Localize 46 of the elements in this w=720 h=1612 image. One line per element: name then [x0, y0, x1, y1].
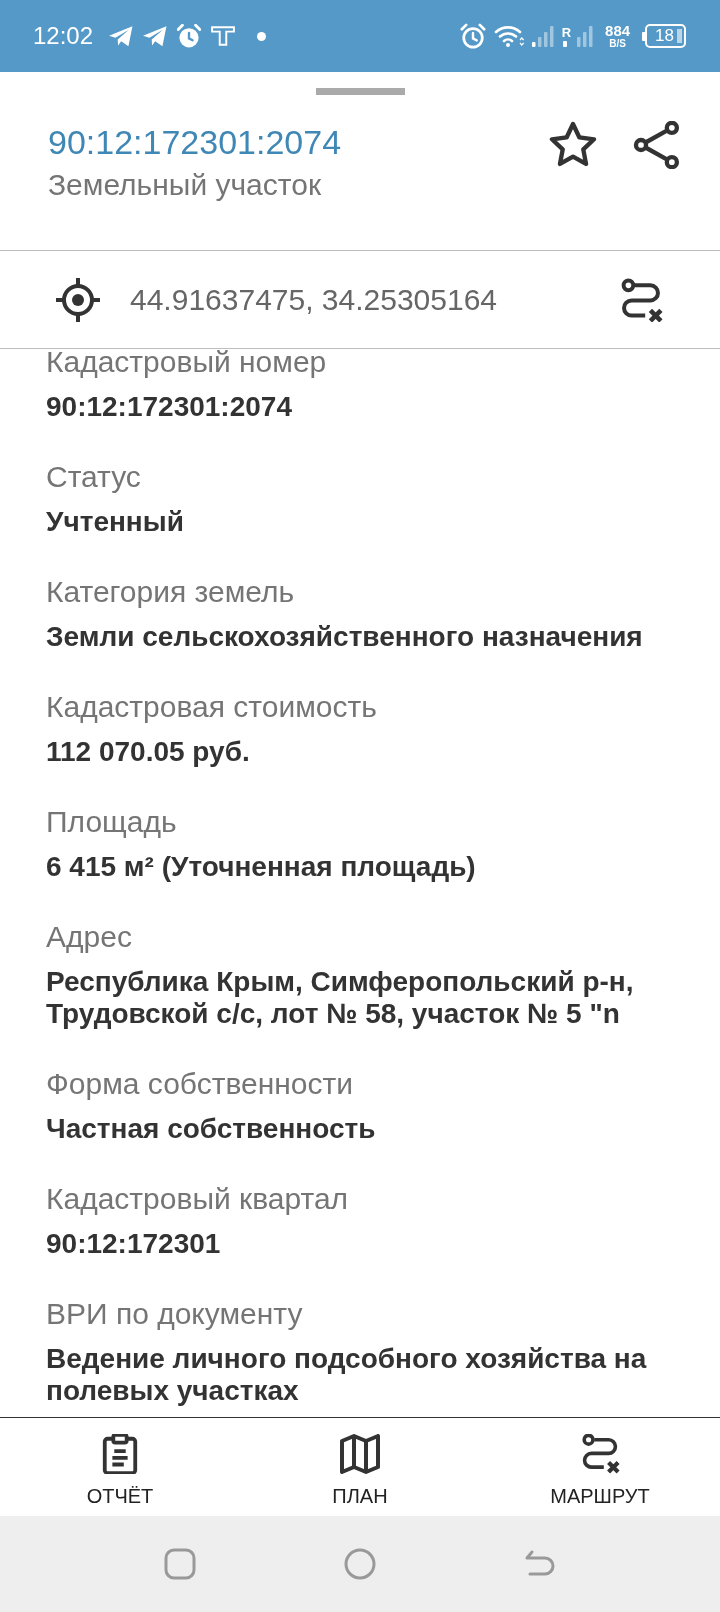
field-label: Адрес	[46, 919, 133, 954]
field-value: Ведение личного подсобного хозяйства на полевых участках	[46, 1343, 648, 1407]
recent-apps-icon[interactable]	[164, 1548, 196, 1580]
field-value: Республика Крым, Симферопольский р-н, Трудовской с/с, лот № 58, участок № 5 "n	[46, 966, 635, 1030]
telegram-icon	[143, 25, 168, 47]
share-icon[interactable]	[633, 121, 681, 169]
field-label: Форма собственности	[46, 1066, 355, 1101]
battery-indicator: 18	[642, 24, 686, 48]
location-target-icon	[54, 275, 102, 324]
drag-handle[interactable]	[315, 88, 405, 95]
field-label: Категория земель	[46, 574, 296, 609]
signal-icon	[561, 39, 568, 47]
speed-unit-text: B/S	[609, 38, 626, 49]
signal-icon	[575, 25, 594, 47]
app-icon	[211, 26, 236, 46]
field-label: Площадь	[46, 804, 178, 839]
route-icon[interactable]	[619, 277, 663, 322]
field-value: 112 070.05 руб.	[46, 736, 251, 768]
coordinates-text: 44.91637475, 34.25305164	[130, 281, 498, 318]
alarm-clock-icon	[177, 24, 202, 48]
route-icon	[580, 1434, 620, 1474]
field-value: 90:12:172301	[46, 1228, 222, 1260]
roaming-text: R	[561, 26, 572, 39]
star-icon[interactable]	[549, 121, 597, 169]
field-label: Кадастровый квартал	[46, 1181, 350, 1216]
parcel-number-title: 90:12:172301:2074	[48, 122, 342, 163]
field-label: Кадастровая стоимость	[46, 689, 378, 724]
alarm-clock-icon	[459, 23, 486, 49]
field-label: ВРИ по документу	[46, 1296, 304, 1331]
clock-text: 12:02	[33, 22, 94, 50]
wifi-icon	[493, 24, 524, 48]
home-icon[interactable]	[344, 1548, 376, 1580]
clipboard-icon	[100, 1434, 140, 1474]
parcel-type-subtitle: Земельный участок	[48, 167, 322, 203]
notification-dot-icon	[257, 31, 267, 41]
field-value: 6 415 м² (Уточненная площадь)	[46, 851, 477, 883]
network-speed-text: 884	[605, 23, 631, 38]
field-value: Земли сельскохозяйственного назначения	[46, 621, 644, 653]
field-value: Учтенный	[46, 506, 185, 538]
map-icon	[340, 1434, 380, 1474]
telegram-icon	[109, 25, 134, 47]
field-label: Кадастровый номер	[46, 349, 328, 379]
signal-icon	[531, 25, 554, 47]
field-value: Частная собственность	[46, 1113, 377, 1145]
field-label: Статус	[46, 459, 142, 494]
field-value: 90:12:172301:2074	[46, 391, 293, 423]
